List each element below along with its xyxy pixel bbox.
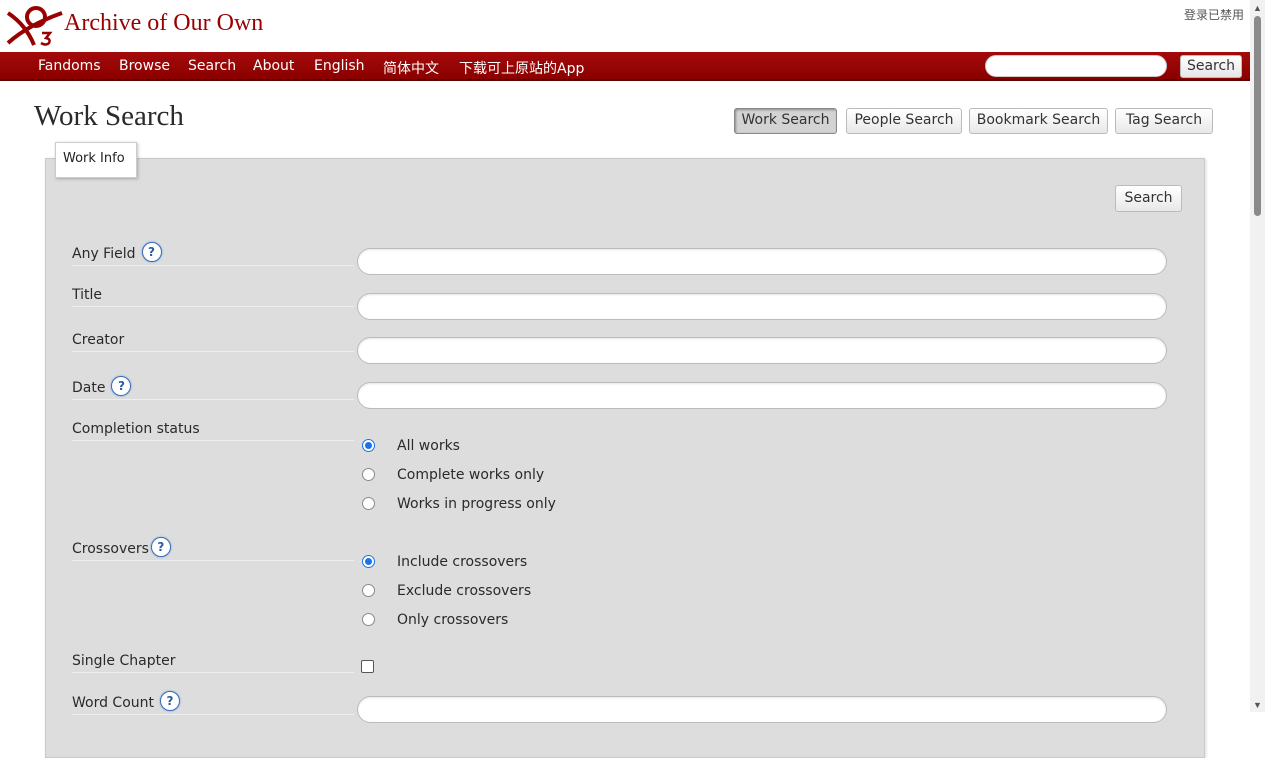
completion-status-label: Completion status: [72, 421, 354, 441]
search-submit-button[interactable]: Search: [1115, 185, 1182, 212]
word-count-input[interactable]: [357, 696, 1167, 723]
radio-label-works-in-progress[interactable]: Works in progress only: [397, 496, 556, 512]
radio-complete-works[interactable]: [362, 468, 375, 481]
tab-tag-search[interactable]: Tag Search: [1115, 108, 1213, 134]
title-label: Title: [72, 287, 354, 307]
nav-download-app[interactable]: 下载可上原站的App: [459, 58, 584, 78]
page-title: Work Search: [34, 100, 184, 132]
primary-navigation: Fandoms Browse Search About English 简体中文…: [0, 52, 1250, 81]
nav-language[interactable]: English: [314, 58, 365, 74]
site-header: Archive of Our Own 登录已禁用: [0, 0, 1250, 52]
login-status: 登录已禁用: [1183, 8, 1244, 22]
single-chapter-checkbox[interactable]: [361, 660, 374, 673]
radio-label-all-works[interactable]: All works: [397, 438, 460, 454]
help-icon[interactable]: ?: [150, 537, 171, 557]
scroll-down-arrow-icon[interactable]: ▼: [1253, 700, 1262, 710]
fieldset-legend: Work Info: [55, 142, 137, 178]
help-icon[interactable]: ?: [141, 242, 162, 262]
help-icon[interactable]: ?: [160, 691, 181, 711]
radio-label-only-crossovers[interactable]: Only crossovers: [397, 612, 508, 628]
creator-label: Creator: [72, 332, 354, 352]
radio-label-include-crossovers[interactable]: Include crossovers: [397, 554, 527, 570]
site-title[interactable]: Archive of Our Own: [64, 10, 263, 37]
tab-bookmark-search[interactable]: Bookmark Search: [969, 108, 1108, 134]
word-count-label: Word Count?: [72, 691, 354, 715]
nav-browse[interactable]: Browse: [119, 58, 170, 74]
vertical-scrollbar[interactable]: ▲ ▼: [1250, 0, 1265, 712]
radio-works-in-progress[interactable]: [362, 497, 375, 510]
nav-simplified-chinese[interactable]: 简体中文: [383, 58, 439, 78]
nav-about[interactable]: About: [253, 58, 294, 74]
radio-all-works[interactable]: [362, 439, 375, 452]
scroll-up-arrow-icon[interactable]: ▲: [1253, 3, 1262, 13]
radio-include-crossovers[interactable]: [362, 555, 375, 568]
ao3-logo-icon[interactable]: [6, 3, 64, 47]
crossovers-label: Crossovers?: [72, 537, 354, 561]
tab-work-search[interactable]: Work Search: [734, 108, 837, 134]
help-icon[interactable]: ?: [111, 376, 132, 396]
creator-input[interactable]: [357, 337, 1167, 364]
tab-people-search[interactable]: People Search: [846, 108, 962, 134]
title-input[interactable]: [357, 293, 1167, 320]
radio-exclude-crossovers[interactable]: [362, 584, 375, 597]
scrollbar-thumb[interactable]: [1254, 16, 1261, 216]
radio-label-exclude-crossovers[interactable]: Exclude crossovers: [397, 583, 531, 599]
date-label: Date?: [72, 376, 354, 400]
site-search-input[interactable]: [985, 55, 1167, 77]
any-field-label: Any Field?: [72, 242, 354, 266]
nav-search[interactable]: Search: [188, 58, 236, 74]
single-chapter-label: Single Chapter: [72, 653, 354, 673]
radio-label-complete-works[interactable]: Complete works only: [397, 467, 544, 483]
date-input[interactable]: [357, 382, 1167, 409]
radio-only-crossovers[interactable]: [362, 613, 375, 626]
any-field-input[interactable]: [357, 248, 1167, 275]
site-search-button[interactable]: Search: [1180, 55, 1242, 78]
nav-fandoms[interactable]: Fandoms: [38, 58, 101, 74]
